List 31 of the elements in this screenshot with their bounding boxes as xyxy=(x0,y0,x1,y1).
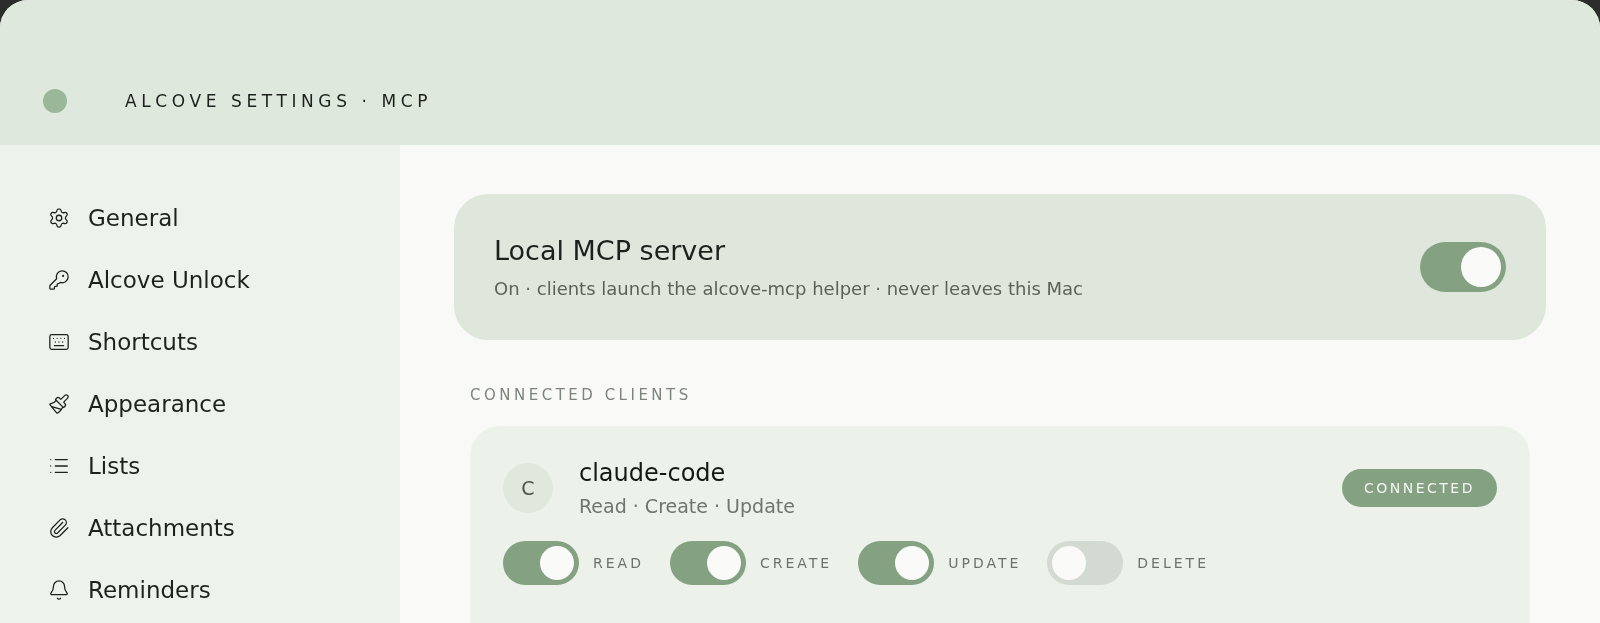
client-avatar: C xyxy=(503,463,553,513)
section-heading: CONNECTED CLIENTS xyxy=(470,386,693,404)
sidebar-item[interactable]: Appearance xyxy=(34,379,354,429)
server-title: Local MCP server xyxy=(494,235,727,266)
window-title: ALCOVE SETTINGS · MCP xyxy=(125,91,433,111)
sidebar-item[interactable]: Attachments xyxy=(34,503,354,553)
sidebar-item[interactable]: Shortcuts xyxy=(34,317,354,367)
server-toggle[interactable] xyxy=(1420,242,1506,292)
permission-label: CREATE xyxy=(759,555,833,571)
bell-icon xyxy=(48,579,70,601)
sidebar-item[interactable]: Lists xyxy=(34,441,354,491)
permission-toggle[interactable] xyxy=(503,541,579,585)
permission-toggle[interactable] xyxy=(1047,541,1124,585)
keyboard-icon xyxy=(48,331,70,353)
sidebar-item[interactable]: General xyxy=(34,193,354,243)
status-badge: CONNECTED xyxy=(1341,469,1497,507)
permission-label: DELETE xyxy=(1137,555,1209,571)
permission-toggle[interactable] xyxy=(858,541,935,585)
server-subtitle: On · clients launch the alcove-mcp helper · never leaves this Mac xyxy=(494,278,1083,299)
client-name: claude-code xyxy=(579,459,727,487)
permission-toggle[interactable] xyxy=(669,541,746,585)
client-permissions-summary: Read · Create · Update xyxy=(579,495,795,517)
paintbrush-icon xyxy=(48,393,70,415)
sidebar-item[interactable]: Alcove Unlock xyxy=(34,255,354,305)
settings-icon xyxy=(48,207,70,229)
paperclip-icon xyxy=(48,517,70,539)
permission-label: UPDATE xyxy=(948,555,1022,571)
sidebar-item[interactable]: Reminders xyxy=(34,565,354,615)
key-icon xyxy=(48,269,70,291)
permission-label: READ xyxy=(593,555,644,571)
window-dot xyxy=(43,89,67,113)
